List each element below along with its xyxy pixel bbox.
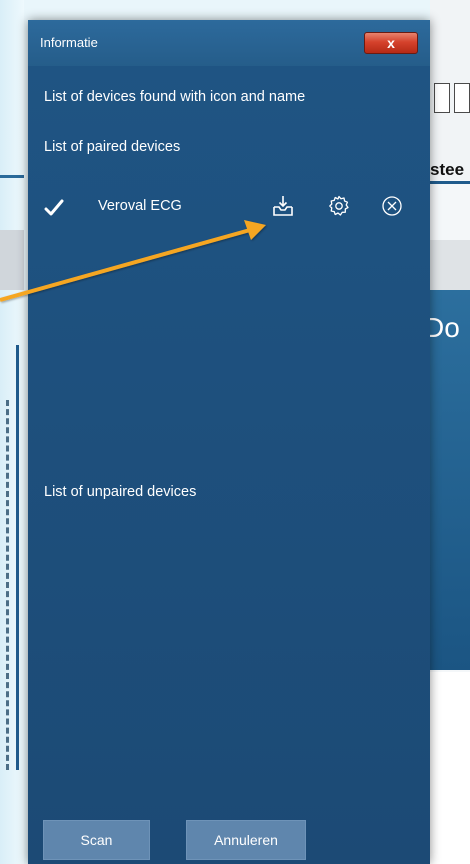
- close-button[interactable]: x: [364, 32, 418, 54]
- scan-button[interactable]: Scan: [43, 820, 150, 860]
- background-dashed-line: [6, 400, 17, 770]
- background-ribbon-underline: [430, 181, 470, 184]
- background-right-pane: stee Do: [424, 0, 470, 864]
- close-icon: x: [387, 35, 395, 51]
- dialog-titlebar[interactable]: Informatie x: [28, 20, 430, 67]
- background-left-strip: [0, 0, 24, 864]
- background-hero-panel: Do: [424, 290, 470, 670]
- background-checkbox[interactable]: [434, 83, 450, 113]
- background-grey-bar: [0, 230, 24, 290]
- devices-header: List of devices found with icon and name: [44, 89, 306, 105]
- gear-icon[interactable]: [327, 194, 351, 218]
- device-name: Veroval ECG: [98, 198, 182, 214]
- background-checkbox[interactable]: [454, 83, 470, 113]
- dialog-title: Informatie: [40, 35, 98, 50]
- paired-device-row[interactable]: Veroval ECG: [28, 194, 430, 230]
- download-icon[interactable]: [271, 194, 295, 218]
- paired-devices-heading: List of paired devices: [44, 139, 181, 155]
- background-ribbon-tab[interactable]: stee: [430, 160, 464, 180]
- background-tab-indicator: [0, 175, 24, 178]
- cancel-button[interactable]: Annuleren: [186, 820, 306, 860]
- background-grey-bar: [430, 240, 470, 290]
- checkmark-icon: [44, 199, 64, 216]
- informatie-dialog: Informatie x List of devices found with …: [28, 20, 430, 864]
- remove-icon[interactable]: [380, 194, 404, 218]
- background-content: [430, 672, 470, 864]
- unpaired-devices-heading: List of unpaired devices: [44, 484, 197, 500]
- dialog-body: List of devices found with icon and name…: [28, 66, 430, 864]
